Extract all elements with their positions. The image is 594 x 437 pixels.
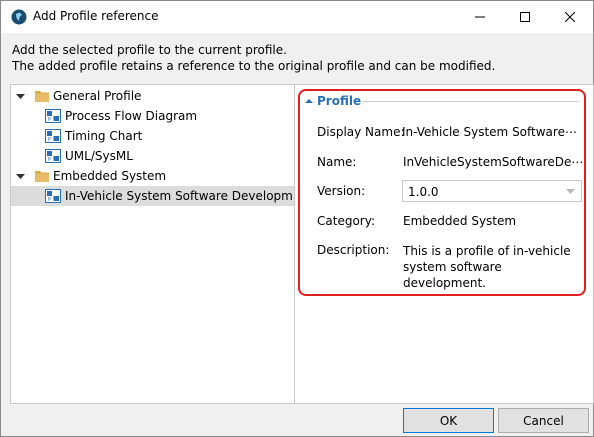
svg-text:P: P xyxy=(48,117,51,123)
tree-item-uml-sysml[interactable]: P UML/SysML xyxy=(11,146,294,166)
svg-text:P: P xyxy=(48,157,51,163)
description-line-1: Add the selected profile to the current … xyxy=(12,43,287,57)
version-select[interactable]: 1.0.0 xyxy=(402,180,582,202)
chevron-down-icon xyxy=(566,189,575,194)
description-line-2: The added profile retains a reference to… xyxy=(12,59,496,73)
expanded-arrow-icon xyxy=(16,94,25,99)
expanded-arrow-icon xyxy=(16,174,25,179)
name-label: Name: xyxy=(317,155,357,169)
tree-item-embedded-system[interactable]: Embedded System xyxy=(11,166,294,186)
tree-item-timing-chart[interactable]: P Timing Chart xyxy=(11,126,294,146)
close-icon xyxy=(564,12,575,22)
tree-item-label: Embedded System xyxy=(53,169,167,183)
tree-item-label: UML/SysML xyxy=(65,149,133,163)
close-button[interactable] xyxy=(547,1,592,33)
app-icon xyxy=(11,9,27,25)
maximize-icon xyxy=(519,12,530,22)
svg-text:P: P xyxy=(48,197,51,203)
profile-tree[interactable]: General Profile P Process Flow Diagram P… xyxy=(10,84,295,404)
collapse-arrow-icon[interactable] xyxy=(304,94,314,110)
profile-icon: P xyxy=(45,129,61,143)
folder-icon xyxy=(35,171,49,182)
tree-item-label: Process Flow Diagram xyxy=(65,109,198,123)
profile-section-title[interactable]: Profile xyxy=(317,94,361,108)
dialog-window: Add Profile reference Add the selected p… xyxy=(0,0,594,437)
tree-item-in-vehicle-system[interactable]: P In-Vehicle System Software Developm xyxy=(11,186,294,206)
display-name-value: In-Vehicle System Software⋯ xyxy=(402,125,577,139)
description-value: This is a profile of in-vehicle system s… xyxy=(403,244,571,290)
tree-item-label: General Profile xyxy=(53,89,142,103)
section-divider xyxy=(363,101,579,102)
name-value: InVehicleSystemSoftwareDe⋯ xyxy=(403,155,583,169)
profile-icon: P xyxy=(45,149,61,163)
window-title: Add Profile reference xyxy=(33,9,159,23)
tree-item-label: Timing Chart xyxy=(65,129,143,143)
title-bar: Add Profile reference xyxy=(1,1,593,33)
profile-icon: P xyxy=(45,189,61,203)
ok-button[interactable]: OK xyxy=(403,408,494,433)
tree-item-process-flow-diagram[interactable]: P Process Flow Diagram xyxy=(11,106,294,126)
category-value: Embedded System xyxy=(403,214,517,228)
svg-text:P: P xyxy=(48,137,51,143)
tree-item-general-profile[interactable]: General Profile xyxy=(11,86,294,106)
category-label: Category: xyxy=(317,214,375,228)
cancel-button[interactable]: Cancel xyxy=(498,408,589,433)
version-label: Version: xyxy=(317,184,366,198)
display-name-label: Display Name: xyxy=(317,125,405,139)
minimize-icon xyxy=(474,16,485,18)
folder-icon xyxy=(35,91,49,102)
description-label: Description: xyxy=(317,243,390,257)
maximize-button[interactable] xyxy=(502,1,547,33)
tree-item-label: In-Vehicle System Software Developm xyxy=(65,189,293,203)
minimize-button[interactable] xyxy=(457,1,502,33)
version-value: 1.0.0 xyxy=(408,185,439,199)
profile-icon: P xyxy=(45,109,61,123)
